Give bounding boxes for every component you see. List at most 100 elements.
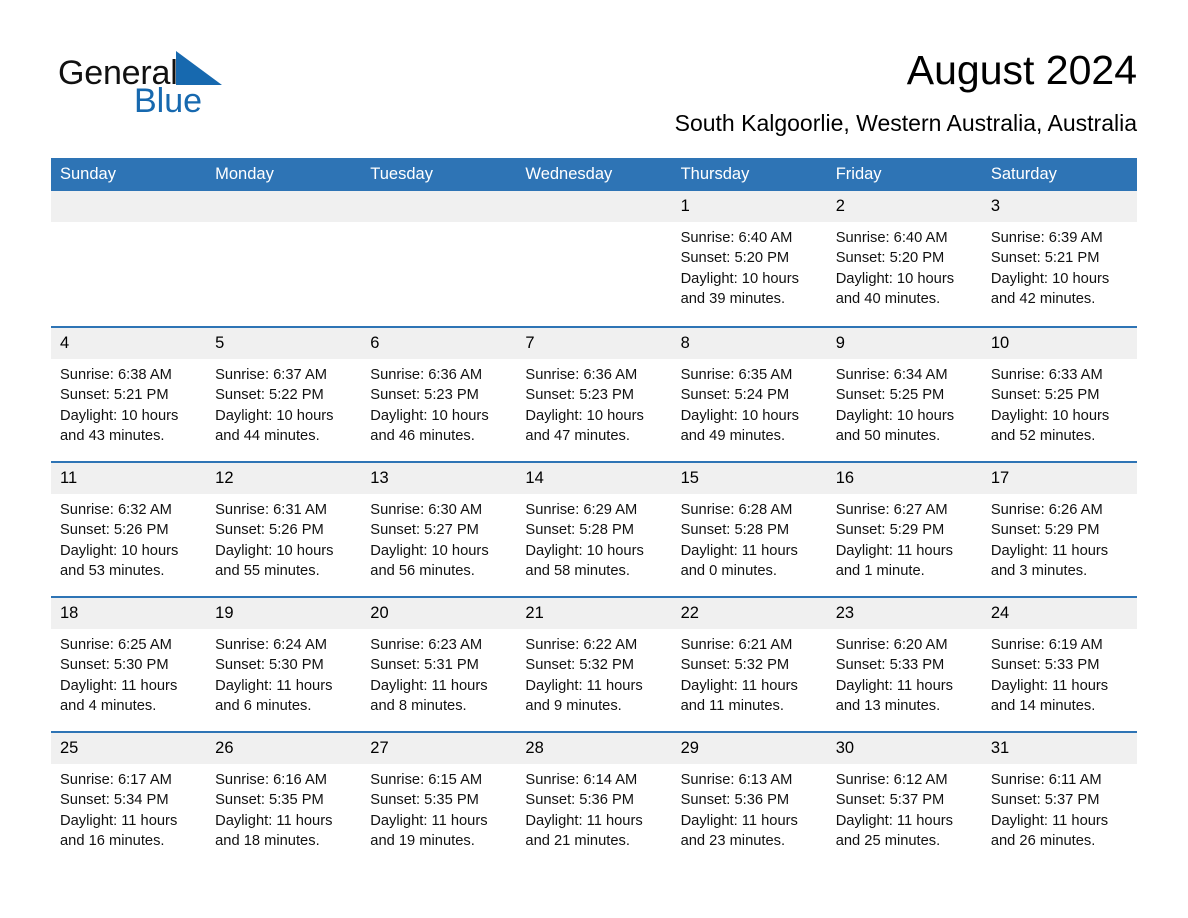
- daylight-text: Daylight: 11 hours and 0 minutes.: [680, 542, 798, 579]
- calendar-day-cell[interactable]: 6 Sunrise: 6:36 AM Sunset: 5:23 PM Daylight…: [361, 326, 517, 461]
- sunset-text: Sunset: 5:24 PM: [680, 387, 790, 404]
- day-cell-inner: 23 Sunrise: 6:20 AM Sunset: 5:33 PM Dayligh…: [826, 596, 982, 731]
- day-cell-inner: 29 Sunrise: 6:13 AM Sunset: 5:36 PM Dayligh…: [671, 731, 827, 866]
- weekday-header-friday: Friday: [826, 158, 982, 191]
- sunset-text: Sunset: 5:20 PM: [835, 250, 945, 267]
- day-cell-inner: 28 Sunrise: 6:14 AM Sunset: 5:36 PM Dayligh…: [516, 731, 672, 866]
- calendar-day-cell[interactable]: 18 Sunrise: 6:25 AM Sunset: 5:30 PM Dayligh…: [51, 596, 207, 731]
- calendar-day-cell[interactable]: 7 Sunrise: 6:36 AM Sunset: 5:23 PM Daylight…: [516, 326, 672, 461]
- daylight-text: Daylight: 10 hours and 55 minutes.: [215, 542, 334, 579]
- day-cell-inner: [361, 191, 517, 326]
- calendar-day-cell[interactable]: 2 Sunrise: 6:40 AM Sunset: 5:20 PM Daylight…: [826, 191, 982, 326]
- day-number: 9: [826, 328, 982, 359]
- day-info: Sunrise: 6:21 AM Sunset: 5:32 PM Daylight:…: [672, 629, 827, 716]
- day-number: [51, 191, 207, 222]
- day-cell-inner: 26 Sunrise: 6:16 AM Sunset: 5:35 PM Dayligh…: [206, 731, 362, 866]
- generalblue-logo[interactable]: General Blue: [58, 50, 358, 120]
- page-title: August 2024: [906, 47, 1137, 93]
- daylight-text: Daylight: 11 hours and 3 minutes.: [990, 542, 1109, 579]
- calendar-day-cell[interactable]: 27 Sunrise: 6:15 AM Sunset: 5:35 PM Dayligh…: [361, 731, 517, 866]
- daylight-text: Daylight: 11 hours and 13 minutes.: [835, 677, 953, 714]
- day-cell-inner: 6 Sunrise: 6:36 AM Sunset: 5:23 PM Daylight…: [361, 326, 517, 461]
- day-info: Sunrise: 6:38 AM Sunset: 5:21 PM Daylight:…: [51, 359, 206, 446]
- calendar-day-cell[interactable]: 31 Sunrise: 6:11 AM Sunset: 5:37 PM Dayligh…: [981, 731, 1137, 866]
- day-number: 17: [981, 463, 1137, 494]
- calendar-day-cell[interactable]: 10 Sunrise: 6:33 AM Sunset: 5:25 PM Dayligh…: [981, 326, 1137, 461]
- day-info: Sunrise: 6:31 AM Sunset: 5:26 PM Daylight:…: [206, 494, 361, 581]
- day-number: 21: [516, 598, 672, 629]
- day-number: 19: [206, 598, 362, 629]
- day-number: [206, 191, 362, 222]
- daylight-text: Daylight: 11 hours and 16 minutes.: [60, 812, 178, 849]
- calendar-day-cell[interactable]: 3 Sunrise: 6:39 AM Sunset: 5:21 PM Daylight…: [981, 191, 1137, 326]
- daylight-text: Daylight: 10 hours and 53 minutes.: [60, 542, 179, 579]
- calendar-day-cell[interactable]: 30 Sunrise: 6:12 AM Sunset: 5:37 PM Dayligh…: [826, 731, 982, 866]
- day-cell-inner: [51, 191, 207, 326]
- calendar-day-cell[interactable]: 5 Sunrise: 6:37 AM Sunset: 5:22 PM Daylight…: [206, 326, 362, 461]
- day-cell-inner: 9 Sunrise: 6:34 AM Sunset: 5:25 PM Daylight…: [826, 326, 982, 461]
- calendar-day-cell[interactable]: 8 Sunrise: 6:35 AM Sunset: 5:24 PM Daylight…: [671, 326, 827, 461]
- day-number: 24: [981, 598, 1137, 629]
- calendar-day-cell[interactable]: 16 Sunrise: 6:27 AM Sunset: 5:29 PM Dayligh…: [826, 461, 982, 596]
- calendar-day-cell[interactable]: 11 Sunrise: 6:32 AM Sunset: 5:26 PM Dayligh…: [51, 461, 207, 596]
- daylight-text: Daylight: 10 hours and 58 minutes.: [525, 542, 644, 579]
- day-info: Sunrise: 6:14 AM Sunset: 5:36 PM Daylight:…: [516, 764, 671, 851]
- calendar-day-cell[interactable]: 9 Sunrise: 6:34 AM Sunset: 5:25 PM Daylight…: [826, 326, 982, 461]
- daylight-text: Daylight: 11 hours and 25 minutes.: [835, 812, 953, 849]
- day-number: 20: [361, 598, 517, 629]
- sunset-text: Sunset: 5:23 PM: [370, 387, 479, 404]
- sunrise-text: Sunrise: 6:25 AM: [60, 637, 172, 653]
- daylight-text: Daylight: 11 hours and 6 minutes.: [215, 677, 333, 714]
- day-info: Sunrise: 6:22 AM Sunset: 5:32 PM Daylight:…: [516, 629, 671, 716]
- sunset-text: Sunset: 5:27 PM: [370, 522, 479, 539]
- sunset-text: Sunset: 5:37 PM: [990, 792, 1100, 809]
- day-info: Sunrise: 6:39 AM Sunset: 5:21 PM Daylight:…: [982, 222, 1137, 309]
- calendar-day-cell[interactable]: 23 Sunrise: 6:20 AM Sunset: 5:33 PM Dayligh…: [826, 596, 982, 731]
- day-number: 14: [516, 463, 672, 494]
- calendar-day-cell[interactable]: 29 Sunrise: 6:13 AM Sunset: 5:36 PM Dayligh…: [671, 731, 827, 866]
- calendar-day-cell[interactable]: 12 Sunrise: 6:31 AM Sunset: 5:26 PM Dayligh…: [206, 461, 362, 596]
- day-cell-inner: [206, 191, 362, 326]
- calendar-day-cell[interactable]: 21 Sunrise: 6:22 AM Sunset: 5:32 PM Dayligh…: [516, 596, 672, 731]
- day-info: Sunrise: 6:13 AM Sunset: 5:36 PM Daylight:…: [672, 764, 827, 851]
- sunrise-text: Sunrise: 6:35 AM: [680, 367, 793, 383]
- calendar-day-cell[interactable]: 25 Sunrise: 6:17 AM Sunset: 5:34 PM Dayligh…: [51, 731, 207, 866]
- sunrise-text: Sunrise: 6:40 AM: [835, 230, 948, 246]
- calendar-day-cell[interactable]: 1 Sunrise: 6:40 AM Sunset: 5:20 PM Daylight…: [671, 191, 827, 326]
- calendar-day-cell[interactable]: 20 Sunrise: 6:23 AM Sunset: 5:31 PM Dayligh…: [361, 596, 517, 731]
- day-number: 8: [671, 328, 827, 359]
- calendar-day-cell[interactable]: 28 Sunrise: 6:14 AM Sunset: 5:36 PM Dayligh…: [516, 731, 672, 866]
- day-info: Sunrise: 6:29 AM Sunset: 5:28 PM Daylight:…: [516, 494, 671, 581]
- calendar-day-cell: [206, 191, 362, 326]
- calendar-week-row: 11 Sunrise: 6:32 AM Sunset: 5:26 PM Dayligh…: [51, 461, 1137, 596]
- sunset-text: Sunset: 5:23 PM: [525, 387, 635, 404]
- sunrise-text: Sunrise: 6:12 AM: [835, 772, 948, 788]
- calendar-day-cell[interactable]: 14 Sunrise: 6:29 AM Sunset: 5:28 PM Dayligh…: [516, 461, 672, 596]
- calendar-day-cell[interactable]: 4 Sunrise: 6:38 AM Sunset: 5:21 PM Daylight…: [51, 326, 207, 461]
- calendar-day-cell[interactable]: 17 Sunrise: 6:26 AM Sunset: 5:29 PM Dayligh…: [981, 461, 1137, 596]
- day-number: 30: [826, 733, 982, 764]
- day-info: Sunrise: 6:26 AM Sunset: 5:29 PM Daylight:…: [982, 494, 1137, 581]
- calendar-day-cell[interactable]: 15 Sunrise: 6:28 AM Sunset: 5:28 PM Dayligh…: [671, 461, 827, 596]
- calendar-day-cell[interactable]: 19 Sunrise: 6:24 AM Sunset: 5:30 PM Dayligh…: [206, 596, 362, 731]
- calendar-day-cell[interactable]: 22 Sunrise: 6:21 AM Sunset: 5:32 PM Dayligh…: [671, 596, 827, 731]
- logo-top-row: General: [58, 50, 358, 91]
- calendar-day-cell[interactable]: 13 Sunrise: 6:30 AM Sunset: 5:27 PM Dayligh…: [361, 461, 517, 596]
- daylight-text: Daylight: 10 hours and 46 minutes.: [370, 407, 489, 444]
- day-number: 27: [361, 733, 517, 764]
- daylight-text: Daylight: 11 hours and 8 minutes.: [370, 677, 488, 714]
- sunset-text: Sunset: 5:29 PM: [990, 522, 1100, 539]
- logo-text-general: General: [58, 54, 178, 92]
- day-cell-inner: 14 Sunrise: 6:29 AM Sunset: 5:28 PM Dayligh…: [516, 461, 672, 596]
- daylight-text: Daylight: 11 hours and 23 minutes.: [680, 812, 798, 849]
- day-info: Sunrise: 6:17 AM Sunset: 5:34 PM Daylight:…: [51, 764, 206, 851]
- day-number: 13: [361, 463, 517, 494]
- day-number: [516, 191, 672, 222]
- calendar-day-cell[interactable]: 24 Sunrise: 6:19 AM Sunset: 5:33 PM Dayligh…: [981, 596, 1137, 731]
- day-info: Sunrise: 6:37 AM Sunset: 5:22 PM Daylight:…: [206, 359, 361, 446]
- daylight-text: Daylight: 11 hours and 26 minutes.: [990, 812, 1109, 849]
- sunrise-text: Sunrise: 6:40 AM: [680, 230, 793, 246]
- day-number: 4: [51, 328, 207, 359]
- calendar-day-cell[interactable]: 26 Sunrise: 6:16 AM Sunset: 5:35 PM Dayligh…: [206, 731, 362, 866]
- day-number: 26: [206, 733, 362, 764]
